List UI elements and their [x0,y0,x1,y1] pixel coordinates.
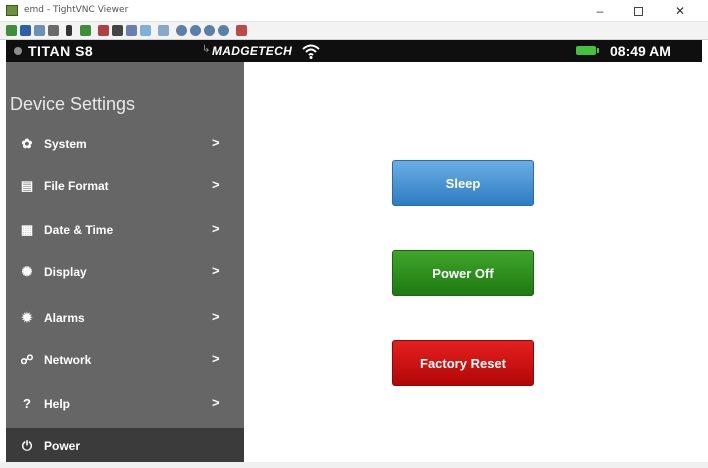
ctrl-alt-del-icon[interactable] [98,25,109,36]
power-panel: Sleep Power Off Factory Reset [244,62,702,462]
chevron-right-icon: > [212,221,220,236]
sleep-button[interactable]: Sleep [392,160,534,206]
ctrl-esc-icon[interactable] [112,25,123,36]
maximize-icon [633,7,643,17]
network-icon: ☍ [20,352,34,367]
settings-sidebar: Device Settings ✿ System > ▤ File Format… [6,62,258,466]
sidebar-item-display[interactable]: ✺ Display > [6,254,244,292]
sidebar-item-alarms[interactable]: ✹ Alarms > [6,300,244,338]
battery-icon [576,46,599,55]
sidebar-item-label: Power [44,439,81,453]
close-button[interactable]: ✕ [664,2,696,20]
alarm-icon: ✹ [21,310,33,325]
pause-icon[interactable] [66,25,72,36]
help-icon: ? [23,396,31,411]
clock: 08:49 AM [610,43,671,59]
maximize-button[interactable] [622,2,654,20]
options-icon[interactable] [34,25,45,36]
sidebar-item-label: Network [44,353,92,367]
chevron-right-icon: > [212,135,220,150]
power-off-button[interactable]: Power Off [392,250,534,296]
zoom-out-icon[interactable] [190,25,201,36]
ctrl-key-icon[interactable] [126,25,137,36]
window-bottom-edge [0,462,708,468]
sidebar-item-label: File Format [44,179,109,193]
sidebar-item-label: System [44,137,87,151]
window-title: emd - TightVNC Viewer [24,5,129,15]
calendar-icon: ▦ [20,222,34,237]
factory-reset-button[interactable]: Factory Reset [392,340,534,386]
vnc-toolbar [0,22,708,40]
status-dot-icon [14,47,22,55]
fullscreen-icon[interactable] [236,25,247,36]
chevron-right-icon: > [212,351,220,366]
window-titlebar: emd - TightVNC Viewer – ✕ [0,0,708,22]
sidebar-item-label: Help [44,397,71,411]
chevron-right-icon: > [212,263,220,278]
new-connection-icon[interactable] [6,25,17,36]
file-format-icon: ▤ [20,178,34,193]
chevron-right-icon: > [212,309,220,324]
sidebar-item-file-format[interactable]: ▤ File Format > [6,168,244,206]
alt-key-icon[interactable] [140,25,151,36]
wifi-icon [302,44,320,59]
file-transfer-icon[interactable] [158,25,169,36]
zoom-100-icon[interactable] [204,25,215,36]
sidebar-title: Device Settings [10,94,136,114]
minimize-button[interactable]: – [584,2,616,20]
sidebar-item-system[interactable]: ✿ System > [6,126,244,164]
sidebar-item-power[interactable]: ⏻ Power [6,428,258,466]
sidebar-item-label: Alarms [44,311,85,325]
sidebar-item-help[interactable]: ? Help > [6,386,244,424]
brand-logo-icon: ↳ [202,44,211,55]
zoom-in-icon[interactable] [176,25,187,36]
device-name: TITAN S8 [28,43,94,59]
sidebar-item-network[interactable]: ☍ Network > [6,342,244,380]
device-status-bar: TITAN S8 ↳ MADGETECH 08:49 AM [6,40,702,62]
sidebar-item-label: Display [44,265,87,279]
brightness-icon: ✺ [21,264,33,279]
power-icon: ⏻ [21,438,33,453]
refresh-icon[interactable] [80,25,91,36]
info-icon[interactable] [48,25,59,36]
gear-icon: ✿ [21,136,33,151]
chevron-right-icon: > [212,177,220,192]
chevron-right-icon: > [212,395,220,410]
brand-name: MADGETECH [212,44,293,58]
zoom-fit-icon[interactable] [218,25,229,36]
sidebar-item-date-time[interactable]: ▦ Date & Time > [6,212,244,250]
save-icon[interactable] [20,25,31,36]
sidebar-item-label: Date & Time [44,223,114,237]
vnc-app-icon [6,5,18,16]
